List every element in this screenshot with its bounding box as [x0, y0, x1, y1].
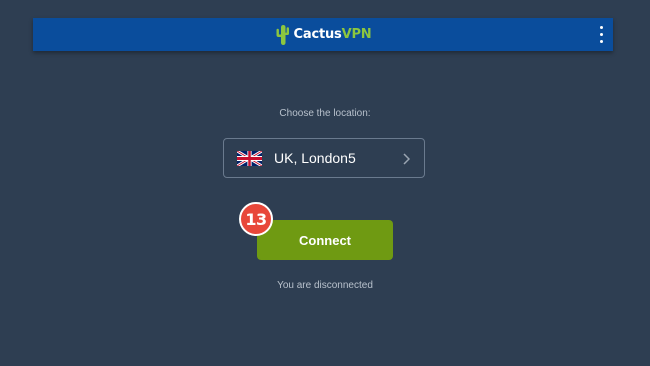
selected-location: UK, London5	[274, 150, 356, 166]
menu-dot	[599, 40, 603, 43]
location-caption: Choose the location:	[279, 108, 371, 119]
chevron-right-icon	[403, 153, 410, 165]
uk-flag-icon	[237, 151, 262, 166]
logo-text-accent: VPN	[341, 27, 372, 42]
menu-dot	[599, 26, 603, 29]
menu-dot	[599, 33, 603, 36]
cactus-icon	[276, 24, 289, 45]
app-logo: CactusVPN	[33, 18, 613, 51]
more-vert-icon[interactable]	[596, 26, 606, 43]
step-number-badge: 13	[239, 202, 273, 236]
connect-button[interactable]: Connect	[257, 220, 393, 260]
app-bar: CactusVPN	[33, 18, 613, 51]
logo-text-primary: Cactus	[293, 27, 342, 42]
location-selector[interactable]: UK, London5	[223, 138, 425, 178]
logo-wordmark: CactusVPN	[294, 27, 372, 42]
connection-status: You are disconnected	[277, 280, 373, 291]
